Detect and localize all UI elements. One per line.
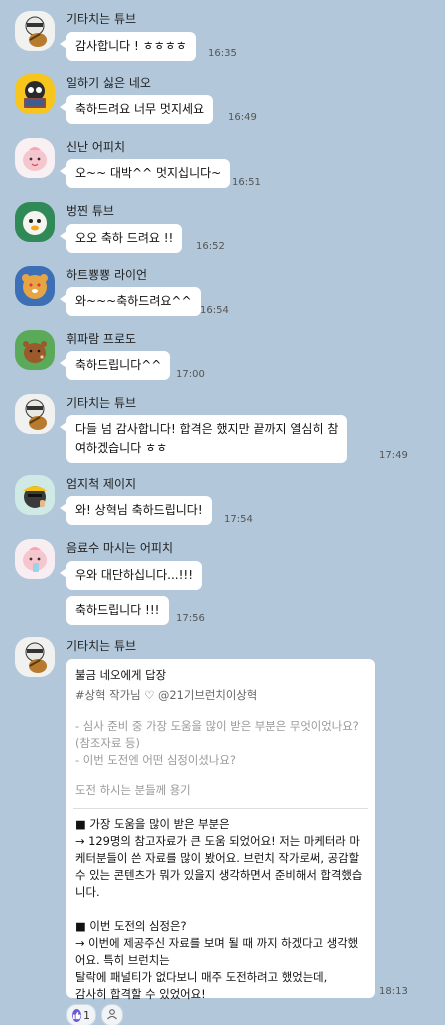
- sender-name: 신난 어피치: [66, 140, 126, 154]
- sender-name: 엄지척 제이지: [66, 477, 137, 491]
- avatar-apeach[interactable]: [15, 138, 55, 178]
- message-time: 18:13: [379, 986, 408, 997]
- reply-body-line: ■ 가장 도움을 많이 받은 부분은: [75, 817, 230, 831]
- message-line: 다들 넘 감사합니다! 합격은 했지만 끝까지 열심히 참: [75, 422, 339, 436]
- message-time: 16:35: [208, 48, 237, 59]
- sender-name: 기타치는 튜브: [66, 396, 137, 410]
- chat-room: 기타치는 튜브 감사합니다 ! ㅎㅎㅎㅎ 16:35 일하기 싫은 네오 축하드…: [0, 0, 445, 1025]
- sender-name: 기타치는 튜브: [66, 12, 137, 26]
- reply-body-line: → 129명의 참고자료가 큰 도움 되었어요! 저는 마케터라 마케터분들이 …: [75, 834, 363, 899]
- message-bubble[interactable]: 축하드립니다 !!!: [66, 596, 169, 625]
- reply-body-line: 탈락에 패널티가 없다보니 매주 도전하려고 했었는데,: [75, 970, 328, 984]
- quoted-line: - 이번 도전엔 어떤 심정이셨나요?: [75, 753, 236, 767]
- avatar-tube-dumbfounded[interactable]: [15, 202, 55, 242]
- like-count: 1: [83, 1008, 90, 1022]
- sender-name: 일하기 싫은 네오: [66, 76, 151, 90]
- message-time: 17:49: [379, 450, 408, 461]
- avatar-tube-guitar[interactable]: [15, 11, 55, 51]
- sender-name: 음료수 마시는 어피치: [66, 541, 173, 555]
- message-time: 17:00: [176, 369, 205, 380]
- reply-meta: #상혁 작가님 ♡ @21기브런치이상혁: [75, 688, 258, 702]
- message-bubble[interactable]: 오~~ 대박^^ 멋지십니다~: [59, 159, 231, 188]
- quoted-original[interactable]: - 심사 준비 중 가장 도움을 많이 받은 부분은 무엇이었나요? (참조자료…: [75, 718, 366, 799]
- avatar-tube-guitar[interactable]: [15, 637, 55, 677]
- message-bubble[interactable]: 축하드립니다^^: [59, 351, 171, 380]
- quoted-line: 도전 하시는 분들께 용기: [75, 783, 191, 797]
- quoted-line: - 심사 준비 중 가장 도움을 많이 받은 부분은 무엇이었나요? (참조자료…: [75, 719, 359, 750]
- sender-name: 하트뿅뿅 라이언: [66, 268, 148, 282]
- message-time: 17:56: [176, 613, 205, 624]
- person-icon: [106, 1008, 118, 1023]
- sender-name: 휘파람 프로도: [66, 332, 137, 346]
- message-bubble[interactable]: 축하드려요 너무 멋지세요: [59, 95, 214, 124]
- like-reaction-button[interactable]: 1: [66, 1004, 96, 1025]
- reply-body-line: 감사히 합격할 수 있었어요!: [75, 987, 206, 1001]
- reply-body-line: → 이번에 제공주신 자료를 보며 될 때 까지 하겠다고 생각했어요. 특히 …: [75, 936, 359, 967]
- avatar-apeach-drink[interactable]: [15, 539, 55, 579]
- sender-name: 기타치는 튜브: [66, 639, 137, 653]
- message-bubble[interactable]: 오오 축하 드려요 !!: [59, 224, 183, 253]
- avatar-frodo-whistle[interactable]: [15, 330, 55, 370]
- add-reaction-button[interactable]: [101, 1004, 123, 1025]
- divider: [73, 808, 368, 809]
- message-line: 여하겠습니다 ㅎㅎ: [75, 441, 168, 455]
- avatar-jayg-thumbs[interactable]: [15, 475, 55, 515]
- reply-body-line: ■ 이번 도전의 심정은?: [75, 919, 187, 933]
- message-time: 16:52: [196, 241, 225, 252]
- message-time: 16:49: [228, 112, 257, 123]
- message-bubble[interactable]: 우와 대단하십니다...!!!: [59, 561, 203, 590]
- sender-name: 벙찐 튜브: [66, 204, 114, 218]
- avatar-ryan-heart[interactable]: [15, 266, 55, 306]
- message-bubble[interactable]: 와~~~축하드려요^^: [60, 287, 201, 316]
- thumbs-up-icon: [72, 1008, 81, 1022]
- avatar-tube-guitar[interactable]: [15, 394, 55, 434]
- message-bubble[interactable]: 와! 상혁님 축하드립니다!: [60, 496, 212, 525]
- message-time: 16:54: [200, 305, 229, 316]
- message-bubble[interactable]: 감사합니다 ! ㅎㅎㅎㅎ: [60, 32, 196, 61]
- reply-message-card[interactable]: 불금 네오에게 답장 #상혁 작가님 ♡ @21기브런치이상혁 - 심사 준비 …: [66, 659, 375, 1001]
- avatar-neo-laptop[interactable]: [15, 74, 55, 114]
- message-bubble[interactable]: 다들 넘 감사합니다! 합격은 했지만 끝까지 열심히 참 여하겠습니다 ㅎㅎ: [59, 415, 348, 463]
- reply-title: 불금 네오에게 답장: [75, 668, 167, 682]
- message-time: 16:51: [232, 177, 261, 188]
- message-time: 17:54: [224, 514, 253, 525]
